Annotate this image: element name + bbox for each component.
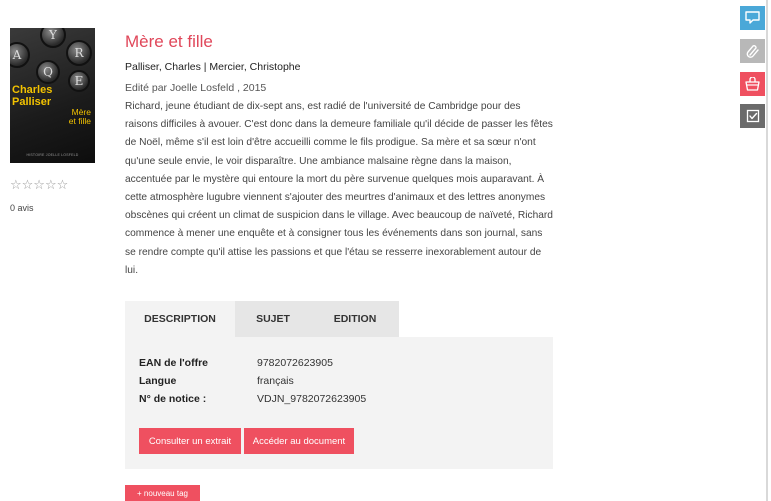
- rating-stars[interactable]: ☆☆☆☆☆: [10, 177, 68, 193]
- book-authors[interactable]: Palliser, Charles | Mercier, Christophe: [125, 61, 300, 73]
- tab-description[interactable]: DESCRIPTION: [125, 301, 235, 337]
- review-count: 0 avis: [10, 203, 34, 213]
- cover-title: Mère et fille: [68, 107, 91, 126]
- typewriter-key: Y: [40, 28, 66, 48]
- paperclip-icon: [746, 45, 759, 58]
- detail-tabs: DESCRIPTION SUJET EDITION: [125, 301, 553, 337]
- cover-author: Charles Palliser: [12, 84, 53, 108]
- extract-button[interactable]: Consulter un extrait: [139, 428, 241, 454]
- book-title: Mère et fille: [125, 32, 213, 51]
- sidebar-basket-button[interactable]: [740, 72, 765, 96]
- sidebar-attach-button[interactable]: [740, 39, 765, 63]
- detail-value-langue: français: [257, 375, 294, 387]
- checklist-icon: [746, 109, 759, 123]
- typewriter-key: E: [68, 70, 90, 92]
- sidebar-comment-button[interactable]: [740, 6, 765, 30]
- detail-label-notice: N° de notice :: [139, 393, 207, 405]
- typewriter-key: Q: [36, 60, 60, 84]
- book-edition: Edité par Joelle Losfeld , 2015: [125, 82, 267, 94]
- typewriter-key: A: [10, 42, 30, 68]
- tab-sujet[interactable]: SUJET: [235, 301, 311, 337]
- cover-footer: HISTOIRE JOELLE LOSFELD: [26, 153, 79, 157]
- scrollbar[interactable]: [766, 0, 768, 501]
- detail-label-langue: Langue: [139, 375, 177, 387]
- typewriter-key: R: [66, 40, 92, 66]
- detail-value-ean: 9782072623905: [257, 357, 333, 369]
- new-tag-button[interactable]: + nouveau tag: [125, 485, 200, 501]
- book-description: Richard, jeune étudiant de dix-sept ans,…: [125, 101, 553, 276]
- basket-icon: [745, 77, 760, 91]
- access-document-button[interactable]: Accéder au document: [244, 428, 354, 454]
- detail-label-ean: EAN de l'offre: [139, 357, 209, 369]
- tab-panel-description: EAN de l'offre 9782072623905 Langue fran…: [125, 337, 553, 469]
- sidebar-select-button[interactable]: [740, 104, 765, 128]
- speech-bubble-icon: [745, 11, 760, 24]
- book-cover[interactable]: Y A R Q E Charles Palliser Mère et fille…: [10, 28, 95, 163]
- tab-edition[interactable]: EDITION: [311, 301, 399, 337]
- detail-value-notice: VDJN_9782072623905: [257, 393, 367, 405]
